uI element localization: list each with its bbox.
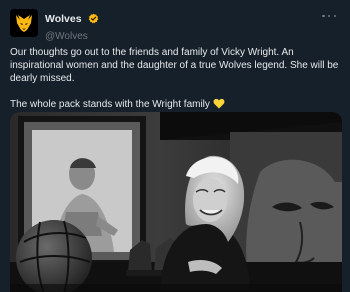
- tweet-paragraph-2-wrap: The whole pack stands with the Wright fa…: [10, 98, 342, 111]
- tweet-photo[interactable]: [10, 112, 342, 292]
- avatar[interactable]: [10, 9, 38, 37]
- photo-illustration: [10, 112, 342, 292]
- more-options-icon[interactable]: [322, 11, 336, 21]
- tweet-header: Wolves @Wolves: [10, 9, 340, 42]
- tweet-text: Our thoughts go out to the friends and f…: [10, 46, 342, 111]
- handle[interactable]: @Wolves: [45, 31, 99, 42]
- account-names: Wolves @Wolves: [45, 10, 99, 42]
- yellow-heart-icon: [213, 98, 225, 109]
- tweet-card: Wolves @Wolves Our thoughts go out to th…: [0, 0, 350, 292]
- display-name[interactable]: Wolves: [45, 13, 82, 25]
- wolves-logo-icon: [12, 11, 36, 35]
- tweet-paragraph-1: Our thoughts go out to the friends and f…: [10, 47, 339, 84]
- tweet-paragraph-2: The whole pack stands with the Wright fa…: [10, 99, 210, 110]
- verified-badge-icon: [88, 13, 99, 24]
